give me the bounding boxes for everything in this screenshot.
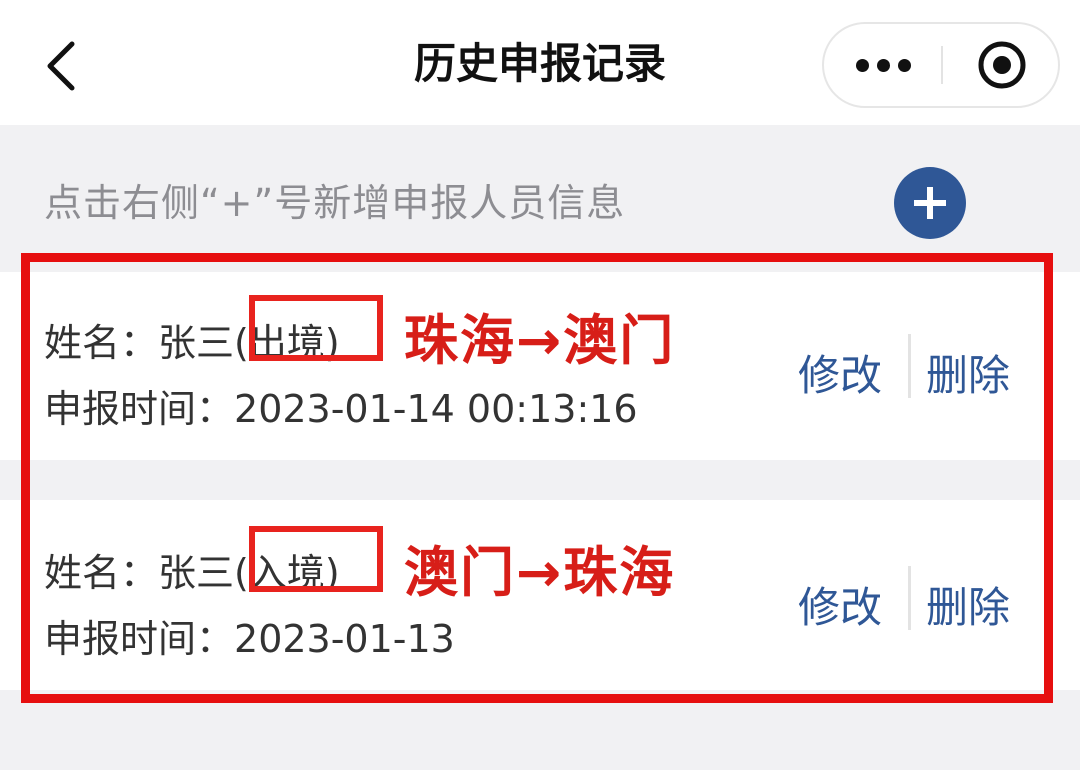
- target-circle-icon: [978, 41, 1026, 89]
- add-record-button[interactable]: [894, 167, 966, 239]
- record-card: 姓名：张三(出境) 珠海→澳门 申报时间：2023-01-14 00:13:16…: [0, 272, 1080, 460]
- more-dots-icon: [855, 58, 869, 72]
- time-label: 申报时间：: [44, 617, 235, 661]
- more-button[interactable]: [824, 24, 942, 106]
- record-actions: 修改 删除: [798, 566, 1028, 636]
- direction-highlight-box: [249, 526, 383, 592]
- record-time-row: 申报时间：2023-01-13: [44, 608, 455, 663]
- edit-button[interactable]: 修改: [798, 342, 882, 403]
- time-label: 申报时间：: [44, 387, 235, 431]
- edit-button[interactable]: 修改: [798, 574, 882, 635]
- route-annotation: 珠海→澳门: [404, 309, 676, 372]
- record-card: 姓名：张三(入境) 澳门→珠海 申报时间：2023-01-13 修改 删除: [0, 500, 1080, 690]
- record-name: 姓名：张三: [44, 551, 235, 595]
- capsule-divider: [941, 46, 943, 84]
- time-value: 2023-01-14 00:13:16: [234, 387, 638, 431]
- record-time-row: 申报时间：2023-01-14 00:13:16: [44, 378, 638, 433]
- delete-button[interactable]: 删除: [926, 574, 1010, 635]
- time-value: 2023-01-13: [234, 617, 455, 661]
- record-name: 姓名：张三: [44, 321, 235, 365]
- action-divider: [908, 334, 911, 398]
- add-hint-text: 点击右侧“+”号新增申报人员信息: [44, 181, 626, 225]
- direction-highlight-box: [249, 295, 383, 361]
- navigation-bar: 历史申报记录: [0, 0, 1080, 125]
- mini-program-capsule: [822, 22, 1060, 108]
- record-actions: 修改 删除: [798, 334, 1028, 404]
- route-annotation: 澳门→珠海: [404, 541, 676, 604]
- more-dots-icon: [876, 58, 890, 72]
- close-button[interactable]: [944, 24, 1060, 106]
- action-divider: [908, 566, 911, 630]
- delete-button[interactable]: 删除: [926, 342, 1010, 403]
- more-dots-icon: [897, 58, 911, 72]
